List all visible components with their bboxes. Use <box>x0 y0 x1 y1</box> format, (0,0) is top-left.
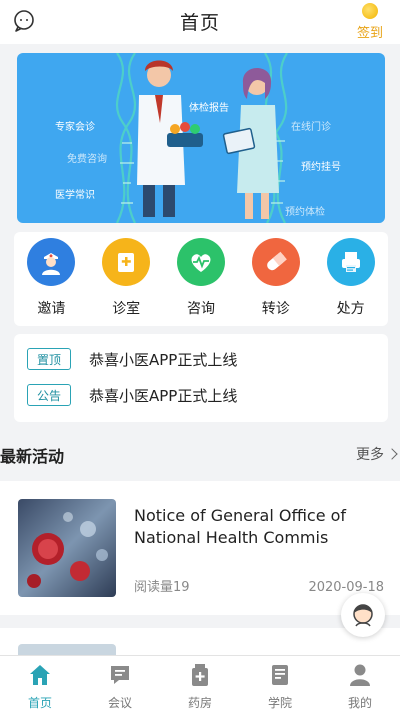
tab-meeting[interactable]: 会议 <box>80 656 160 711</box>
home-icon <box>27 662 53 688</box>
notice-row[interactable]: 置顶 恭喜小医APP正式上线 <box>27 347 237 371</box>
notice-text: 恭喜小医APP正式上线 <box>89 350 238 369</box>
banner-label: 预约体检 <box>285 207 325 218</box>
quick-consult[interactable]: 咨询 <box>171 238 231 326</box>
more-link[interactable]: 更多 <box>356 444 398 464</box>
notice-row[interactable]: 公告 恭喜小医APP正式上线 <box>27 383 237 407</box>
quick-prescription[interactable]: 处方 <box>321 238 381 326</box>
article-thumbnail <box>18 499 116 597</box>
notice-tag: 置顶 <box>27 348 71 370</box>
promo-banner[interactable]: 专家会诊 免费咨询 医学常识 体检报告 在线门诊 预约挂号 预约体检 <box>17 53 385 223</box>
tab-label: 我的 <box>347 696 372 710</box>
article-read-count: 阅读量19 <box>134 580 190 595</box>
heart-pulse-icon <box>176 238 225 286</box>
signin-button[interactable]: 签到 <box>348 1 392 41</box>
quick-label: 处方 <box>336 301 365 317</box>
notice-tag: 公告 <box>27 384 71 406</box>
meeting-icon <box>107 662 133 688</box>
page-title: 首页 <box>179 12 220 34</box>
article-date: 2020-09-18 <box>308 580 384 595</box>
nurse-icon <box>27 238 76 286</box>
quick-label: 邀请 <box>37 301 66 317</box>
banner-label: 专家会诊 <box>55 122 95 133</box>
tab-pharmacy[interactable]: 药房 <box>160 656 240 711</box>
assistant-avatar-button[interactable] <box>341 593 385 637</box>
signin-label: 签到 <box>356 26 383 41</box>
quick-label: 转诊 <box>261 301 290 317</box>
quick-referral[interactable]: 转诊 <box>246 238 306 326</box>
tab-profile[interactable]: 我的 <box>320 656 400 711</box>
quick-clinic[interactable]: 诊室 <box>96 238 156 326</box>
tab-label: 学院 <box>267 696 292 710</box>
banner-label: 体检报告 <box>189 103 229 114</box>
quick-invite[interactable]: 邀请 <box>21 238 81 326</box>
top-header: 首页 签到 <box>0 0 400 44</box>
quick-menu: 邀请 诊室 咨询 转诊 处方 <box>14 232 388 326</box>
book-icon <box>267 662 293 688</box>
quick-label: 咨询 <box>186 301 215 317</box>
article-title: Notice of General Office of National Hea… <box>134 506 347 547</box>
notice-board: 置顶 恭喜小医APP正式上线 公告 恭喜小医APP正式上线 <box>14 334 388 422</box>
banner-label: 免费咨询 <box>67 154 107 165</box>
notice-text: 恭喜小医APP正式上线 <box>89 386 238 405</box>
pill-icon <box>251 238 300 286</box>
printer-icon <box>326 238 375 286</box>
bottom-tab-bar: 首页 会议 药房 学院 我的 <box>0 655 400 711</box>
coin-icon <box>362 3 378 19</box>
tab-label: 药房 <box>187 696 212 710</box>
user-icon <box>347 662 373 688</box>
tab-label: 会议 <box>107 696 132 710</box>
banner-label: 医学常识 <box>55 190 95 201</box>
quick-label: 诊室 <box>112 301 141 317</box>
banner-label: 在线门诊 <box>291 122 331 133</box>
more-label: 更多 <box>356 447 384 463</box>
avatar-icon <box>353 604 373 627</box>
section-title: 最新活动 <box>0 447 65 466</box>
pharmacy-icon <box>187 662 213 688</box>
tab-home[interactable]: 首页 <box>0 656 80 711</box>
tab-label: 首页 <box>27 696 52 710</box>
banner-label: 预约挂号 <box>301 162 341 173</box>
chevron-right-icon <box>386 448 398 460</box>
article-card[interactable]: Notice of General Office of National Hea… <box>0 481 400 615</box>
tab-academy[interactable]: 学院 <box>240 656 320 711</box>
clinic-icon <box>102 238 151 286</box>
